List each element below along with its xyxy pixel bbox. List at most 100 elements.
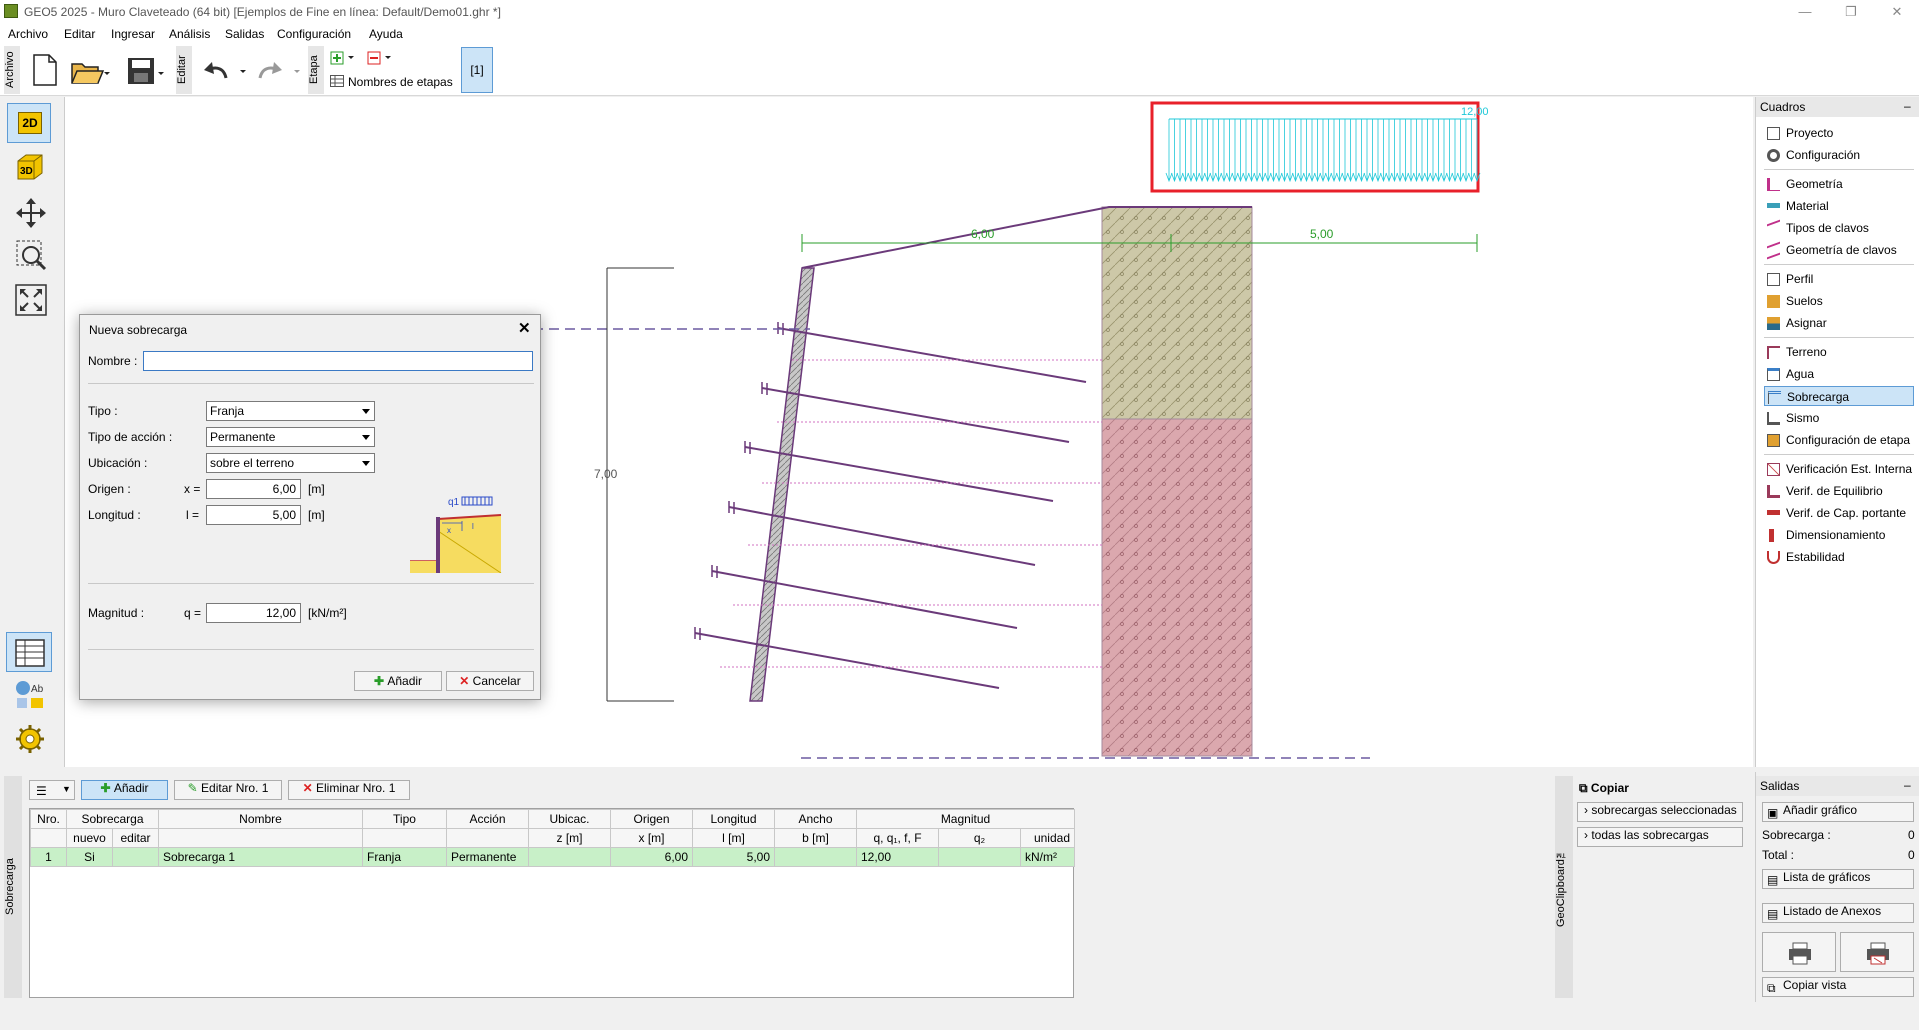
surcharge-arrow <box>1363 119 1371 183</box>
nombre-input[interactable] <box>143 351 533 371</box>
copy-view-button[interactable]: ⧉ Copiar vista <box>1762 977 1914 997</box>
stage-names-button[interactable]: Nombres de etapas <box>348 75 453 89</box>
dialog-close-button[interactable]: ✕ <box>518 319 531 337</box>
view-3d-button[interactable]: 3D <box>7 147 51 187</box>
accion-select[interactable]: Permanente <box>206 427 375 447</box>
menu-analisis[interactable]: Análisis <box>169 27 210 41</box>
restore-button[interactable]: ❐ <box>1836 2 1866 22</box>
surcharge-arrow <box>1187 119 1195 183</box>
menu-salidas[interactable]: Salidas <box>225 27 264 41</box>
frame-verif-interna[interactable]: Verificación Est. Interna <box>1764 459 1914 479</box>
annex-list-button[interactable]: ▤ Listado de Anexos <box>1762 903 1914 923</box>
frame-agua[interactable]: Agua <box>1764 364 1914 384</box>
remove-stage-icon[interactable] <box>367 51 399 65</box>
longitud-input[interactable]: 5,00 <box>206 505 301 525</box>
edit-label: Editar Nro. 1 <box>201 781 269 795</box>
tipo-select[interactable]: Franja <box>206 401 375 421</box>
table-view-button[interactable] <box>6 632 52 672</box>
close-window-button[interactable]: ✕ <box>1882 2 1912 22</box>
frame-dimensionamiento[interactable]: Dimensionamiento <box>1764 525 1914 545</box>
copy-all-button[interactable]: › todas las sobrecargas <box>1577 827 1743 847</box>
printer-pdf-icon <box>1867 942 1889 965</box>
origen-input[interactable]: 6,00 <box>206 479 301 499</box>
table-icon <box>15 639 45 667</box>
surcharge-arrow <box>1446 119 1453 183</box>
menu-ayuda[interactable]: Ayuda <box>369 27 403 41</box>
chevron-down-icon <box>362 461 370 466</box>
dialog-cancel-button[interactable]: ✕ Cancelar <box>446 671 534 691</box>
view-options-button[interactable]: ☰ ▼ <box>29 780 75 800</box>
undo-icon[interactable] <box>202 58 250 84</box>
redo-icon[interactable] <box>256 58 304 84</box>
frame-verif-equilibrio[interactable]: Verif. de Equilibrio <box>1764 481 1914 501</box>
stage-1-button[interactable]: [1] <box>461 47 493 93</box>
frames-panel: Cuadros – Proyecto Configuración Geometr… <box>1755 97 1919 767</box>
height-dimension <box>606 267 674 702</box>
menu-ingresar[interactable]: Ingresar <box>111 27 155 41</box>
svg-text:q1: q1 <box>448 497 460 508</box>
print-button[interactable] <box>1762 932 1836 972</box>
frame-estabilidad[interactable]: Estabilidad <box>1764 547 1914 567</box>
frame-configuracion-etapa[interactable]: Configuración de etapa <box>1764 430 1914 450</box>
open-file-icon[interactable] <box>70 56 110 86</box>
delete-surcharge-button[interactable]: ✕ Eliminar Nro. 1 <box>288 780 410 800</box>
ubicacion-select[interactable]: sobre el terreno <box>206 453 375 473</box>
outputs-collapse-button[interactable]: – <box>1904 778 1911 792</box>
frame-label: Configuración <box>1786 148 1861 162</box>
add-stage-icon[interactable] <box>330 51 362 65</box>
magnitud-var: q = <box>184 606 202 620</box>
table-row[interactable]: 1 Si Sobrecarga 1 Franja Permanente 6,00… <box>30 847 1075 867</box>
dim-left-label: 6,00 <box>971 227 995 241</box>
soils-icon <box>1767 295 1780 308</box>
add-surcharge-button[interactable]: ✚ Añadir <box>81 780 168 800</box>
cell-ancho <box>774 847 857 867</box>
surcharge-table-container: Nro. Sobrecarga Nombre Tipo Acción Ubica… <box>29 808 1075 998</box>
save-icon[interactable] <box>126 56 166 86</box>
delete-label: Eliminar Nro. 1 <box>316 781 396 795</box>
3d-icon: 3D <box>17 154 43 180</box>
cell-nombre: Sobrecarga 1 <box>158 847 363 867</box>
add-graph-button[interactable]: ▣ Añadir gráfico <box>1762 802 1914 822</box>
close-icon: ✕ <box>459 674 473 688</box>
minimize-button[interactable]: — <box>1790 2 1820 22</box>
dialog-add-button[interactable]: ✚ Añadir <box>354 671 442 691</box>
pan-icon[interactable] <box>15 197 47 229</box>
menu-editar[interactable]: Editar <box>64 27 95 41</box>
frames-collapse-button[interactable]: – <box>1904 99 1911 113</box>
print-pdf-button[interactable] <box>1840 932 1914 972</box>
styles-button[interactable]: Ab <box>6 675 52 715</box>
frame-configuracion[interactable]: Configuración <box>1764 145 1914 165</box>
material-icon <box>1767 203 1780 208</box>
menu-configuracion[interactable]: Configuración <box>277 27 351 41</box>
menu-archivo[interactable]: Archivo <box>8 27 48 41</box>
magnitud-input[interactable]: 12,00 <box>206 603 301 623</box>
frame-label: Agua <box>1786 367 1815 381</box>
frame-perfil[interactable]: Perfil <box>1764 269 1914 289</box>
frame-sobrecarga[interactable]: Sobrecarga <box>1764 386 1914 406</box>
frame-tipos-clavos[interactable]: Tipos de clavos <box>1764 218 1914 238</box>
frame-geometria[interactable]: Geometría <box>1764 174 1914 194</box>
surcharge-arrow <box>1380 119 1387 183</box>
new-file-icon[interactable] <box>32 54 58 86</box>
frame-asignar[interactable]: Asignar <box>1764 313 1914 333</box>
accion-label: Tipo de acción : <box>88 430 173 444</box>
view-2d-button[interactable]: 2D <box>7 103 51 143</box>
frame-sismo[interactable]: Sismo <box>1764 408 1914 428</box>
settings-button[interactable] <box>6 719 52 759</box>
stability-icon <box>1767 551 1780 564</box>
surcharge-arrow <box>1314 119 1321 183</box>
graph-list-button[interactable]: ▤ Lista de gráficos <box>1762 869 1914 889</box>
subcol-x: x [m] <box>610 828 693 848</box>
zoom-extents-icon[interactable] <box>15 284 47 316</box>
frame-proyecto[interactable]: Proyecto <box>1764 123 1914 143</box>
frame-suelos[interactable]: Suelos <box>1764 291 1914 311</box>
edit-surcharge-button[interactable]: ✎ Editar Nro. 1 <box>174 780 282 800</box>
zoom-window-icon[interactable] <box>15 239 47 271</box>
frame-material[interactable]: Material <box>1764 196 1914 216</box>
plus-icon: ✚ <box>100 781 114 795</box>
frame-terreno[interactable]: Terreno <box>1764 342 1914 362</box>
frame-verif-capacidad[interactable]: Verif. de Cap. portante <box>1764 503 1914 523</box>
frame-geometria-clavos[interactable]: Geometría de clavos <box>1764 240 1914 260</box>
copy-selected-button[interactable]: › sobrecargas seleccionadas <box>1577 802 1743 822</box>
frame-label: Asignar <box>1786 316 1827 330</box>
